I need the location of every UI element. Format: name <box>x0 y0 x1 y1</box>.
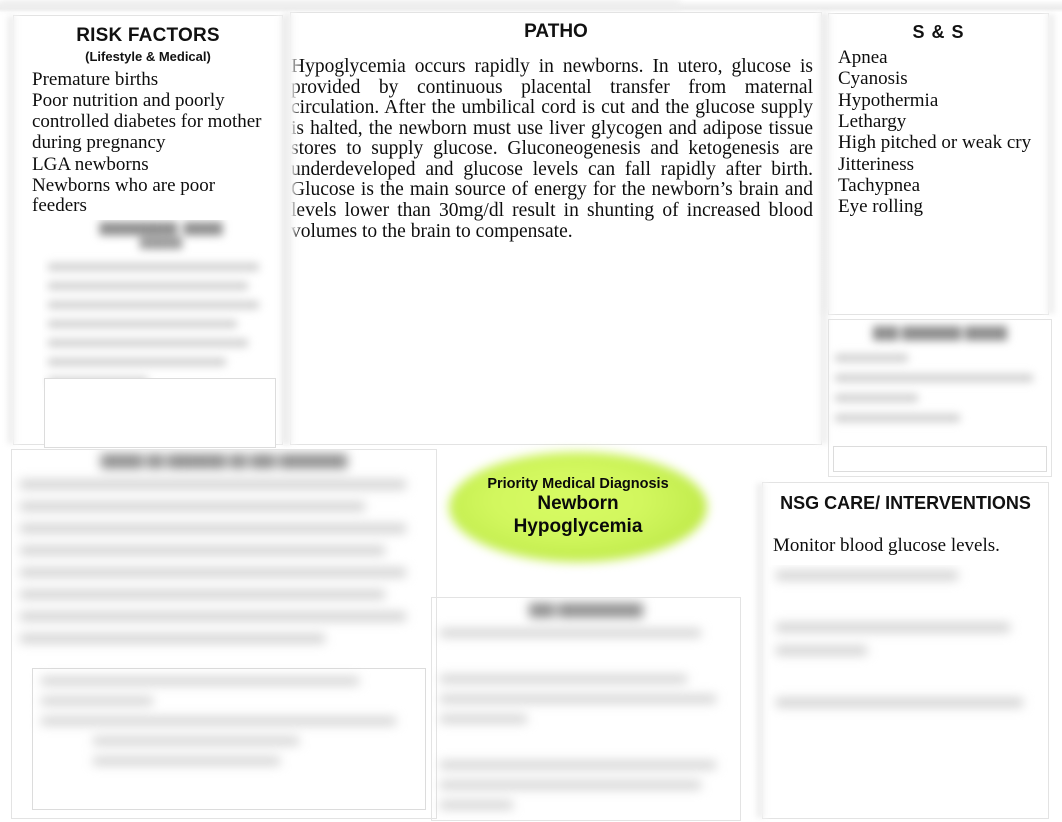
risk-factors-heading: RISK FACTORS <box>76 25 220 46</box>
list-item: Cyanosis <box>838 68 908 90</box>
risk-factors-subheading: (Lifestyle & Medical) <box>85 49 211 64</box>
risk-factors-list: Premature births Poor nutrition and poor… <box>14 64 282 216</box>
blurred-subheading: ██████ <box>139 238 183 249</box>
blurred-line <box>48 282 248 290</box>
signs-symptoms-heading: S & S <box>912 22 965 42</box>
list-item: Jitteriness <box>838 153 914 175</box>
priority-diagnosis-label: Priority Medical Diagnosis <box>487 476 669 493</box>
patho-panel: PATHO Hypoglycemia occurs rapidly in new… <box>285 13 827 444</box>
list-item: during pregnancy <box>32 132 166 154</box>
blurred-line <box>93 757 281 765</box>
concept-map-page: RISK FACTORS (Lifestyle & Medical) Prema… <box>0 0 1062 822</box>
top-paper-band-shadow <box>0 0 680 10</box>
blurred-lines <box>432 617 740 809</box>
blurred-line <box>440 629 701 637</box>
blurred-content: █████ ██ ███████ ██ ███ ████████ <box>12 450 436 643</box>
list-item: High pitched or weak cry <box>838 132 1032 154</box>
blurred-line <box>440 695 716 703</box>
panel-left-shadow <box>285 13 295 444</box>
blurred-line <box>20 634 325 643</box>
blurred-line <box>835 374 1033 382</box>
nursing-care-first-item: Monitor blood glucose levels. <box>773 535 1000 556</box>
blurred-line <box>48 301 259 309</box>
list-item: controlled diabetes for mother <box>32 111 262 133</box>
blurred-line <box>48 263 259 271</box>
list-item: Premature births <box>32 69 159 90</box>
blurred-inner-box <box>44 378 276 448</box>
blurred-heading: █████ ██ ███████ ██ ███ ████████ <box>100 454 348 468</box>
blurred-content: ██████████ █████ ██████ <box>42 220 280 385</box>
list-item: Tachypnea <box>838 174 921 196</box>
nursing-care-blurred-region <box>768 565 1046 815</box>
list-item: Hypothermia <box>838 89 939 111</box>
blurred-line <box>20 480 406 489</box>
priority-diagnosis-text: Priority Medical Diagnosis Newborn Hypog… <box>449 452 707 562</box>
nursing-care-heading: NSG CARE/ INTERVENTIONS <box>780 493 1031 513</box>
risk-factors-blurred-subpanel: ██████████ █████ ██████ <box>42 220 280 452</box>
blurred-line <box>20 524 406 533</box>
blurred-line <box>93 737 300 745</box>
blurred-line <box>41 717 397 725</box>
list-item: Lethargy <box>838 110 907 132</box>
blurred-line <box>776 571 958 580</box>
priority-diagnosis-line2: Hypoglycemia <box>513 516 643 538</box>
blurred-content <box>33 669 425 765</box>
priority-diagnosis-line1: Newborn <box>537 493 619 515</box>
blurred-line <box>776 623 1010 632</box>
blurred-inner-box <box>833 446 1047 472</box>
risk-factors-panel: RISK FACTORS (Lifestyle & Medical) Prema… <box>8 16 288 448</box>
blurred-heading: ██████████ █████ <box>99 223 223 235</box>
blurred-line <box>48 358 226 366</box>
panel-left-shadow <box>757 483 767 818</box>
panel-left-shadow <box>823 14 833 314</box>
blurred-heading: ███ ███████ █████ <box>872 326 1008 340</box>
blurred-line <box>440 715 527 723</box>
blurred-line <box>20 546 386 555</box>
bottom-center-blurred-panel: ███ ██████████ <box>432 598 740 820</box>
list-item: Apnea <box>838 47 888 68</box>
blurred-line <box>835 414 960 422</box>
signs-symptoms-list: Apnea Cyanosis Hypothermia Lethargy High… <box>829 43 1048 218</box>
blurred-heading: ███ ██████████ <box>529 603 643 617</box>
blurred-line <box>440 801 513 809</box>
blurred-line <box>20 590 386 599</box>
blurred-line <box>440 675 687 683</box>
blurred-line <box>776 698 1023 707</box>
signs-symptoms-panel: S & S Apnea Cyanosis Hypothermia Letharg… <box>823 14 1054 314</box>
blurred-lines <box>42 249 280 385</box>
list-item: Eye rolling <box>838 196 923 218</box>
blurred-line <box>835 354 908 362</box>
signs-symptoms-blurred-panel: ███ ███████ █████ <box>829 320 1051 476</box>
blurred-line <box>20 612 406 621</box>
bottom-left-blurred-inner-box <box>32 668 426 810</box>
blurred-line <box>440 781 701 789</box>
blurred-lines <box>12 468 436 643</box>
blurred-line <box>41 677 359 685</box>
list-item: Poor nutrition and poorly <box>32 90 225 112</box>
list-item: Newborns who are poor feeders <box>32 174 216 216</box>
blurred-content <box>768 565 1046 707</box>
blurred-lines <box>829 340 1051 422</box>
list-item: LGA newborns <box>32 153 149 175</box>
blurred-content: ███ ███████ █████ <box>829 320 1051 422</box>
blurred-content: ███ ██████████ <box>432 598 740 809</box>
patho-blurred-region <box>296 236 816 440</box>
panel-right-shadow <box>1044 14 1054 314</box>
patho-body-text: Hypoglycemia occurs rapidly in newborns.… <box>291 56 813 242</box>
blurred-line <box>41 697 154 705</box>
patho-heading: PATHO <box>524 21 588 42</box>
blurred-line <box>48 320 237 328</box>
blurred-line <box>48 339 248 347</box>
blurred-line <box>835 394 919 402</box>
bottom-left-blurred-panel: █████ ██ ███████ ██ ███ ████████ <box>12 450 436 818</box>
blurred-line <box>20 502 366 511</box>
panel-left-shadow <box>8 16 18 444</box>
blurred-line <box>440 761 716 769</box>
blurred-line <box>776 646 867 655</box>
blurred-line <box>20 568 406 577</box>
